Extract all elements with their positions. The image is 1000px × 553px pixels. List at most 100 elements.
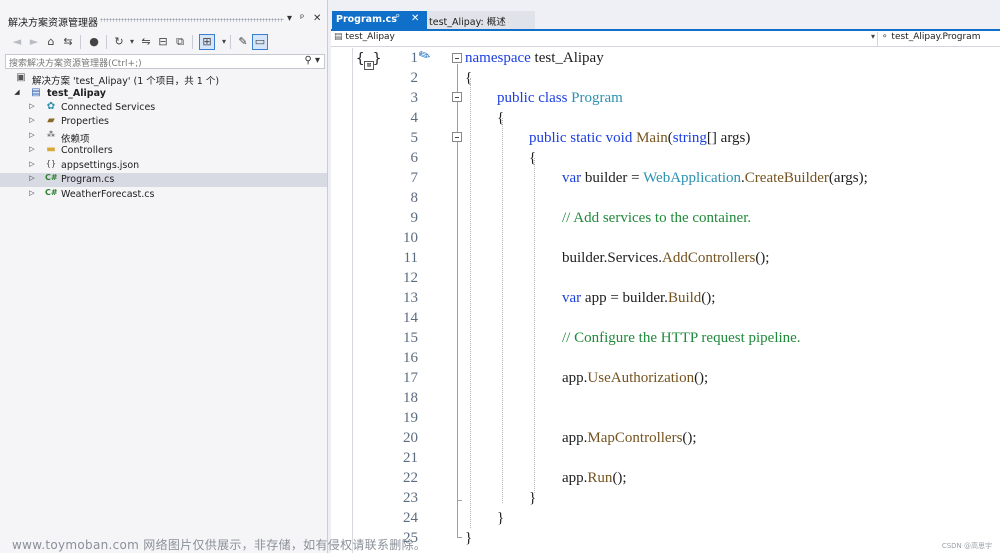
home-icon[interactable]: ⌂ [43, 34, 59, 50]
project-dropdown-value: test_Alipay [345, 32, 395, 42]
line-number: 14 [403, 310, 418, 326]
solution-icon: ▣ [16, 72, 26, 83]
switch-views-icon[interactable]: ⇆ [60, 34, 76, 50]
project-dropdown[interactable]: ▤ test_Alipay ▾ [334, 32, 875, 46]
line-number: 11 [403, 250, 418, 266]
line-number: 1 [410, 50, 419, 66]
pin-icon[interactable]: ᵖ [300, 13, 304, 24]
solution-explorer-toolbar: ◄ ► ⌂ ⇆ ● ↻ ▾ ⇋ ⊟ ⧉ ⊞ ▾ ✎ ▭ [0, 31, 328, 53]
tree-item-appsettings[interactable]: ▷ {} appsettings.json [0, 159, 327, 173]
collapsed-icon[interactable]: ▷ [28, 131, 36, 139]
code-line-17: app.UseAuthorization(); [562, 370, 709, 386]
tree-item-label: appsettings.json [61, 160, 140, 171]
tree-item-label: Properties [61, 116, 110, 127]
line-number: 19 [403, 410, 418, 426]
tree-item-connected-services[interactable]: ▷ ✿ Connected Services [0, 101, 327, 115]
line-number: 2 [410, 70, 419, 86]
collapsed-icon[interactable]: ▷ [28, 189, 36, 197]
forward-icon[interactable]: ► [26, 34, 42, 50]
code-line-5: public static void Main(string[] args) [529, 130, 751, 146]
fold-toggle-icon[interactable] [452, 53, 462, 63]
tree-item-dependencies[interactable]: ▷ ⁂ 依赖项 [0, 130, 327, 145]
line-number: 22 [403, 470, 418, 486]
pin-tab-icon[interactable]: ᵖ [396, 13, 400, 23]
toolbar-separator [192, 35, 193, 49]
tree-item-weatherforecast[interactable]: ▷ C# WeatherForecast.cs [0, 188, 327, 202]
line-number: 24 [403, 510, 418, 526]
search-icon[interactable]: ⚲ ▾ [304, 55, 320, 66]
code-line-22: app.Run(); [562, 470, 627, 486]
dependencies-icon: ⁂ [47, 130, 55, 139]
type-dropdown-value: test_Alipay.Program [891, 32, 981, 42]
line-number: 21 [403, 450, 418, 466]
csharp-file-icon: C# [45, 173, 58, 182]
code-line-1: namespace test_Alipay [465, 50, 604, 66]
tree-item-controllers[interactable]: ▷ ▬ Controllers [0, 144, 327, 158]
line-number: 12 [403, 270, 418, 286]
collapse-all-icon[interactable]: ⊟ [155, 34, 171, 50]
margin-divider [352, 48, 353, 553]
pending-changes-icon[interactable]: ● [86, 34, 102, 50]
solution-explorer-panel: 解决方案资源管理器 ▾ ᵖ ✕ ◄ ► ⌂ ⇆ ● ↻ ▾ ⇋ ⊟ ⧉ ⊞ ▾ … [0, 0, 328, 553]
code-line-2: { [465, 70, 473, 86]
indent-guide [534, 158, 535, 493]
solution-explorer-search-input[interactable]: 搜索解决方案资源管理器(Ctrl+;) ⚲ ▾ [5, 54, 325, 69]
collapsed-icon[interactable]: ▷ [28, 116, 36, 124]
toolbar-separator [80, 35, 81, 49]
track-active-item-icon[interactable]: ⊞ [199, 34, 215, 50]
toolbar-separator [230, 35, 231, 49]
tree-item-solution[interactable]: ▣ 解决方案 'test_Alipay' (1 个项目，共 1 个) [0, 72, 327, 87]
pencil-icon[interactable]: ✎ [416, 46, 433, 65]
tree-item-label: 解决方案 'test_Alipay' (1 个项目，共 1 个) [32, 76, 220, 87]
fold-toggle-icon[interactable] [452, 132, 462, 142]
collapsed-icon[interactable]: ▷ [28, 160, 36, 168]
code-line-4: { [497, 110, 505, 126]
tree-item-label: WeatherForecast.cs [61, 189, 155, 200]
csharp-file-icon: C# [45, 188, 58, 197]
line-number: 4 [410, 110, 419, 126]
fold-end [457, 537, 462, 538]
show-all-files-icon[interactable]: ⧉ [172, 34, 188, 50]
code-line-24: } [497, 510, 505, 526]
code-line-3: public class Program [497, 90, 623, 106]
tab-program-cs[interactable]: Program.cs ᵖ ✕ [332, 11, 427, 29]
document-tab-bar: Program.cs ᵖ ✕ test_Alipay: 概述 [331, 0, 1000, 31]
fold-toggle-icon[interactable] [452, 92, 462, 102]
toolbar-separator [106, 35, 107, 49]
tree-item-label: Program.cs [61, 174, 115, 185]
fold-end [457, 500, 462, 501]
preview-selected-items-icon[interactable]: ▭ [252, 34, 268, 50]
line-number: 3 [410, 90, 419, 106]
collapsed-icon[interactable]: ▷ [28, 174, 36, 182]
drag-grip[interactable] [100, 18, 284, 22]
properties-wrench-icon[interactable]: ✎ [235, 34, 251, 50]
connected-services-icon: ✿ [46, 101, 56, 112]
code-area[interactable]: namespace test_Alipay { public class Pro… [465, 48, 1000, 553]
collapsed-icon[interactable]: ▷ [28, 102, 36, 110]
window-position-dropdown-icon[interactable]: ▾ [287, 13, 292, 24]
tree-item-label: test_Alipay [47, 88, 106, 99]
tree-item-program-cs[interactable]: ▷ C# Program.cs [0, 173, 327, 187]
collapsed-icon[interactable]: ▷ [28, 145, 36, 153]
line-number: 7 [410, 170, 419, 186]
back-icon[interactable]: ◄ [9, 34, 25, 50]
close-icon[interactable]: ✕ [313, 13, 321, 24]
tree-item-label: Connected Services [61, 102, 156, 113]
tree-item-project[interactable]: ◢ ▤ test_Alipay [0, 87, 327, 101]
code-line-15: // Configure the HTTP request pipeline. [562, 330, 801, 346]
solution-explorer-titlebar: 解决方案资源管理器 ▾ ᵖ ✕ [0, 11, 328, 29]
csproj-icon: ▤ [334, 32, 343, 42]
type-dropdown[interactable]: ⚬ test_Alipay.Program [877, 32, 999, 46]
code-line-6: { [529, 150, 537, 166]
line-number: 16 [403, 350, 418, 366]
snippet-icon[interactable]: { } ⊠ [356, 51, 381, 70]
sync-icon[interactable]: ⇋ [138, 34, 154, 50]
tab-project-overview[interactable]: test_Alipay: 概述 [427, 11, 535, 29]
expanded-icon[interactable]: ◢ [13, 88, 21, 96]
close-tab-icon[interactable]: ✕ [411, 13, 419, 24]
tree-item-properties[interactable]: ▷ ▰ Properties [0, 115, 327, 129]
line-number: 17 [403, 370, 418, 386]
code-line-7: var builder = WebApplication.CreateBuild… [562, 170, 868, 186]
chevron-down-icon[interactable]: ▾ [871, 32, 875, 41]
line-number: 13 [403, 290, 418, 306]
